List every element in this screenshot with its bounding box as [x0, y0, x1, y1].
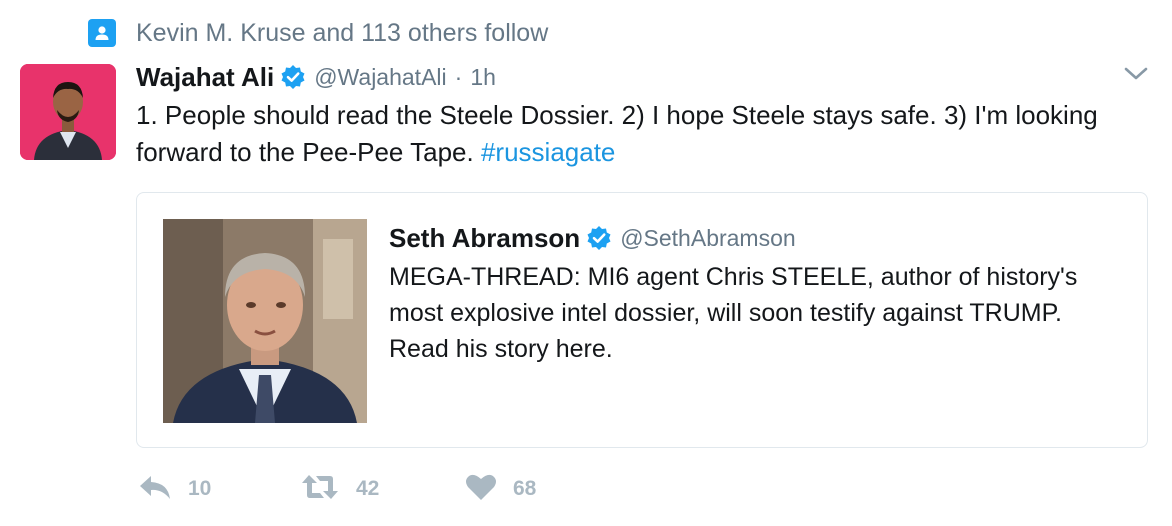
author-handle[interactable]: @WajahatAli: [314, 64, 446, 91]
retweet-button[interactable]: 42: [300, 473, 465, 506]
quoted-author-handle[interactable]: @SethAbramson: [620, 225, 796, 252]
tweet-text-body: 1. People should read the Steele Dossier…: [136, 100, 1098, 167]
verified-badge-icon: [280, 64, 306, 90]
chevron-down-icon[interactable]: [1122, 64, 1150, 84]
person-icon: [88, 19, 116, 47]
social-context: Kevin M. Kruse and 113 others follow: [88, 18, 548, 48]
social-context-text: Kevin M. Kruse and 113 others follow: [136, 18, 549, 47]
like-count: 68: [513, 477, 537, 500]
author-name[interactable]: Wajahat Ali: [136, 62, 274, 93]
retweet-icon: [300, 473, 340, 506]
tweet-actions: 10 42 68: [138, 470, 585, 508]
quoted-tweet-photo: [163, 219, 367, 423]
quoted-tweet-card[interactable]: Seth Abramson @SethAbramson MEGA-THREAD:…: [136, 192, 1148, 448]
tweet-header: Wajahat Ali @WajahatAli · 1h: [136, 60, 496, 94]
hashtag-link[interactable]: #russiagate: [481, 137, 615, 167]
verified-badge-icon: [586, 225, 612, 251]
quoted-author-name[interactable]: Seth Abramson: [389, 223, 580, 254]
reply-button[interactable]: 10: [138, 473, 258, 506]
quoted-tweet-text: MEGA-THREAD: MI6 agent Chris STEELE, aut…: [389, 263, 1078, 363]
heart-icon: [465, 473, 497, 506]
reply-icon: [138, 473, 172, 506]
like-button[interactable]: 68: [465, 473, 585, 506]
tweet-text: 1. People should read the Steele Dossier…: [136, 97, 1136, 171]
tweet-timestamp[interactable]: 1h: [470, 64, 496, 91]
author-avatar[interactable]: [20, 64, 116, 160]
quoted-tweet-header: Seth Abramson @SethAbramson: [389, 221, 796, 255]
retweet-count: 42: [356, 477, 380, 500]
separator-dot: ·: [454, 63, 463, 90]
reply-count: 10: [188, 477, 212, 500]
